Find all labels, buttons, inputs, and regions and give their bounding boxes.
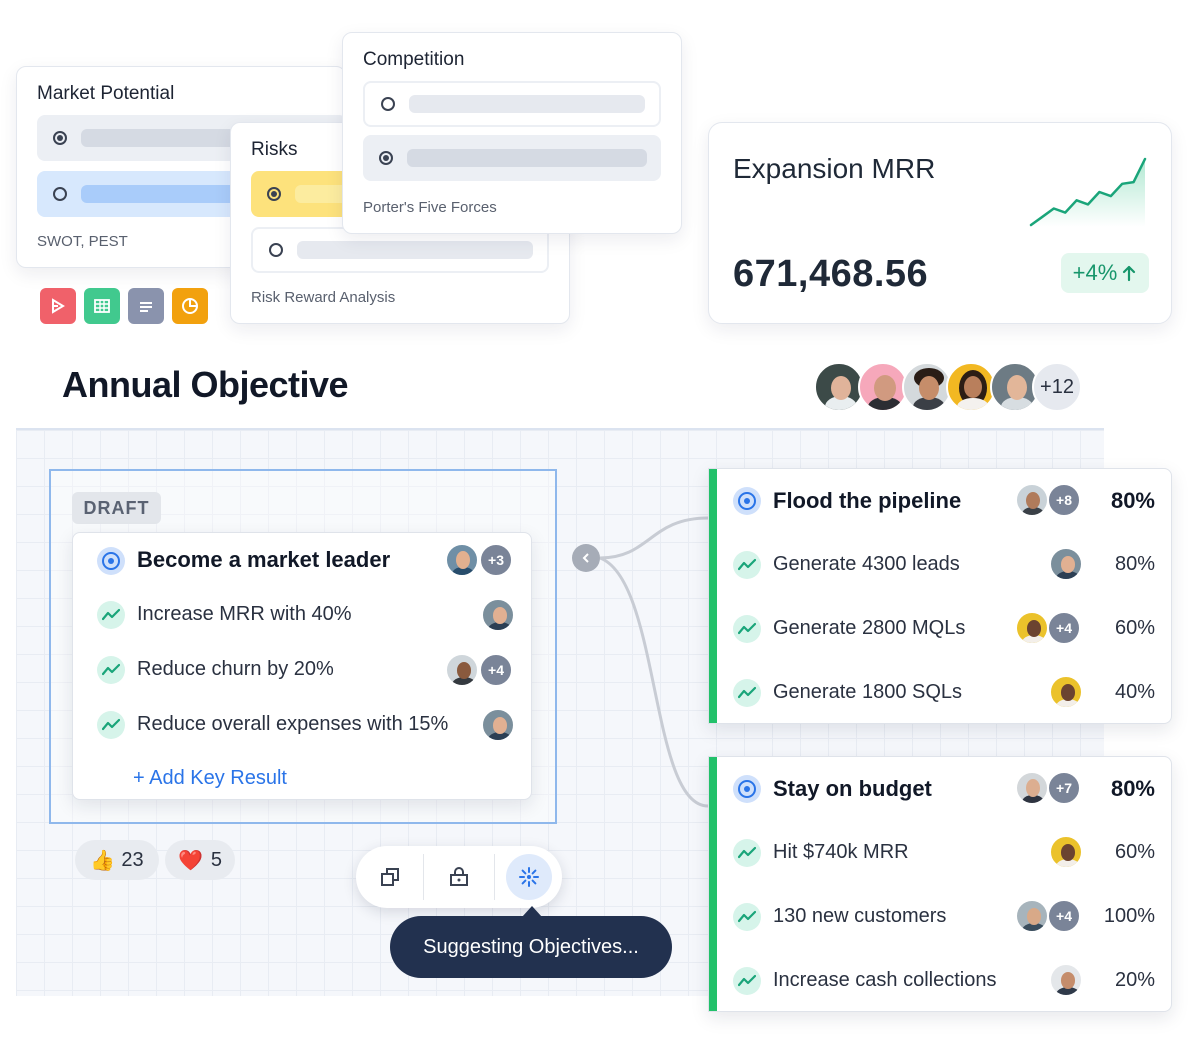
key-result-label[interactable]: Generate 4300 leads [773, 553, 960, 576]
collapse-chevron-button[interactable] [572, 544, 600, 572]
floating-toolbar [356, 846, 562, 908]
key-result-owner-avatar[interactable] [481, 708, 515, 742]
objective-percent: 80% [1110, 776, 1155, 801]
key-result-owner-avatar[interactable] [1015, 611, 1049, 645]
trend-up-icon [733, 615, 761, 643]
trend-up-icon [733, 679, 761, 707]
duplicate-button[interactable] [370, 857, 410, 897]
trend-up-icon [97, 656, 125, 684]
lock-button[interactable] [439, 857, 479, 897]
key-result-percent: 20% [1114, 969, 1155, 991]
objective-more-badge[interactable]: +8 [1047, 483, 1081, 517]
key-result-owner-avatar[interactable] [445, 653, 479, 687]
objective-more-badge[interactable]: +7 [1047, 771, 1081, 805]
sparkle-icon [519, 867, 539, 887]
objective-icon [97, 547, 125, 575]
key-result-label[interactable]: Generate 1800 SQLs [773, 681, 962, 704]
heart-reaction[interactable]: ❤️ 5 [165, 840, 235, 880]
key-result-label[interactable]: Reduce churn by 20% [137, 658, 334, 681]
key-result-more-badge[interactable]: +4 [1047, 899, 1081, 933]
trend-up-icon [733, 967, 761, 995]
chevron-left-icon [582, 553, 589, 563]
key-result-owner-avatar[interactable] [1015, 899, 1049, 933]
objective-owner-avatar[interactable] [1015, 771, 1049, 805]
key-result-more-badge[interactable]: +4 [1047, 611, 1081, 645]
objective-card-flood-pipeline[interactable]: Flood the pipeline +8 80% Generate 4300 … [708, 468, 1172, 724]
key-result-label[interactable]: Increase cash collections [773, 969, 996, 992]
key-result-label[interactable]: Increase MRR with 40% [137, 603, 352, 626]
key-result-label[interactable]: 130 new customers [773, 905, 946, 928]
thumbs-up-reaction[interactable]: 👍 23 [75, 840, 159, 880]
trend-up-icon [733, 551, 761, 579]
key-result-owner-avatar[interactable] [1049, 835, 1083, 869]
objective-percent: 80% [1110, 488, 1155, 513]
draft-objective-card[interactable]: Become a market leader +3 + Add Key Resu… [72, 532, 532, 800]
tooltip-text: Suggesting Objectives... [423, 935, 639, 958]
key-result-more-badge[interactable]: +4 [479, 653, 513, 687]
trend-up-icon [97, 711, 125, 739]
objective-card-stay-on-budget[interactable]: Stay on budget +7 80% Hit $740k MRR 60% 13… [708, 756, 1172, 1012]
ai-suggest-button[interactable] [506, 854, 552, 900]
key-result-percent: 80% [1114, 553, 1155, 575]
key-result-owner-avatar[interactable] [1049, 675, 1083, 709]
progress-strip [709, 469, 717, 723]
heart-count: 5 [210, 848, 223, 871]
thumbs-up-icon: 👍 [90, 849, 116, 872]
trend-up-icon [733, 839, 761, 867]
key-result-owner-avatar[interactable] [1049, 963, 1083, 997]
key-result-label[interactable]: Hit $740k MRR [773, 841, 909, 864]
objective-title[interactable]: Stay on budget [773, 776, 932, 802]
draft-objective-title[interactable]: Become a market leader [137, 547, 390, 573]
trend-up-icon [97, 601, 125, 629]
objective-icon [733, 775, 761, 803]
key-result-percent: 60% [1114, 841, 1155, 863]
key-result-owner-avatar[interactable] [481, 598, 515, 632]
key-result-percent: 40% [1114, 681, 1155, 703]
heart-icon: ❤️ [177, 849, 203, 872]
objective-icon [733, 487, 761, 515]
objective-owner-avatar[interactable] [1015, 483, 1049, 517]
key-result-label[interactable]: Generate 2800 MQLs [773, 617, 965, 640]
add-key-result-button[interactable]: + Add Key Result [133, 767, 287, 790]
thumbs-up-count: 23 [121, 848, 144, 871]
key-result-percent: 60% [1114, 617, 1155, 639]
draft-badge: DRAFT [72, 492, 161, 524]
key-result-owner-avatar[interactable] [1049, 547, 1083, 581]
objective-more-badge[interactable]: +3 [479, 543, 513, 577]
suggesting-tooltip: Suggesting Objectives... [390, 916, 672, 978]
progress-strip [709, 757, 717, 1011]
trend-up-icon [733, 903, 761, 931]
duplicate-icon [381, 868, 399, 886]
objective-owner-avatar[interactable] [445, 543, 479, 577]
key-result-percent: 100% [1103, 905, 1155, 927]
objective-title[interactable]: Flood the pipeline [773, 488, 961, 514]
lock-icon [450, 867, 468, 886]
key-result-label[interactable]: Reduce overall expenses with 15% [137, 713, 448, 736]
